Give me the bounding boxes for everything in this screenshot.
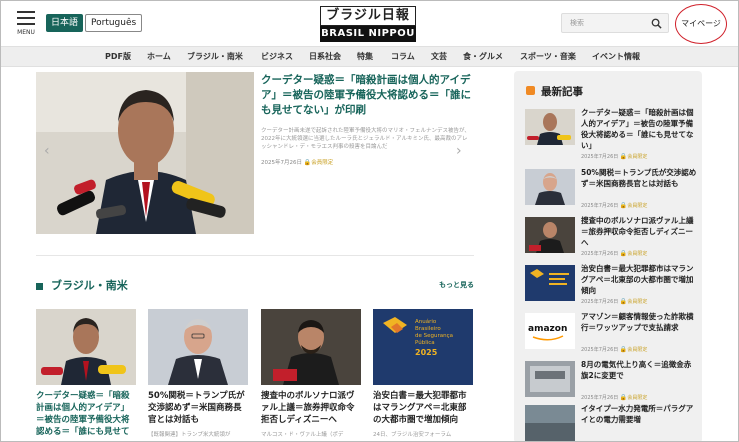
sidebar-title: 最新記事: [526, 84, 583, 99]
article-thumbnail: Anuário Brasileiro de Segurança Pública …: [373, 309, 473, 385]
article-title: 治安白書＝最大犯罪都市はマラングアペ＝北東部の大都市圏で増加傾向: [373, 391, 467, 425]
article-thumbnail: [261, 309, 361, 385]
article-thumbnail: [148, 309, 248, 385]
sidebar-article[interactable]: 捜査中のボルソナロ派ヴァル上議＝旅券押収命令拒否しディズニーへ 2025年7月2…: [525, 215, 697, 263]
sidebar-article-title: アマゾン＝顧客情報使った詐欺横行＝ワッツアップで支払請求: [581, 312, 694, 332]
article-card[interactable]: 捜査中のボルソナロ派ヴァル上議＝旅券押収命令拒否しディズニーへ マルコス・ド・ヴ…: [261, 309, 361, 438]
mypage-button[interactable]: マイページ: [675, 4, 727, 44]
article-card[interactable]: クーデター疑惑＝「暗殺計画は個人的アイデア」＝被告の陸軍予備役大将認める＝「誰に…: [36, 309, 136, 438]
article-thumbnail: [525, 109, 575, 145]
article-title: 捜査中のボルソナロ派ヴァル上議＝旅券押収命令拒否しディズニーへ: [261, 391, 355, 425]
language-japanese-button[interactable]: 日本語: [46, 14, 84, 32]
chevron-left-icon[interactable]: ‹: [44, 143, 50, 159]
hero-image[interactable]: [36, 72, 254, 234]
search-icon[interactable]: [651, 18, 662, 29]
article-thumbnail: [525, 265, 575, 301]
section-header: ブラジル・南米 もっと見る: [36, 277, 474, 293]
see-more-link[interactable]: もっと見る: [439, 280, 474, 290]
nav-item-feature[interactable]: 特集: [357, 51, 373, 62]
members-badge: 会員限定: [311, 160, 334, 166]
language-portuguese-button[interactable]: Português: [85, 14, 143, 32]
article-title: 50%関税＝トランプ氏が交渉認めず＝米国商務長官とは対話も: [148, 391, 245, 425]
nav-item-literature[interactable]: 文芸: [431, 51, 447, 62]
section-marker-icon: [36, 283, 43, 290]
sidebar-article[interactable]: amazon アマゾン＝顧客情報使った詐欺横行＝ワッツアップで支払請求 2025…: [525, 311, 697, 359]
divider: [36, 255, 474, 256]
site-header: MENU 日本語 Português ブラジル日報 BRASIL NIPPOU …: [1, 1, 738, 45]
nav-item-nikkei[interactable]: 日系社会: [309, 51, 341, 62]
article-thumbnail: amazon: [525, 313, 575, 349]
rss-icon: [526, 86, 535, 95]
article-thumbnail: [525, 169, 575, 205]
article-thumbnail: [36, 309, 136, 385]
sidebar-article-title: 50%関税＝トランプ氏が交渉認めず＝米国商務長官とは対話も: [581, 168, 697, 188]
sidebar-article[interactable]: クーデター疑惑＝「暗殺計画は個人的アイデア」＝被告の陸軍予備役大将認める＝「誰に…: [525, 107, 697, 160]
nav-item-home[interactable]: ホーム: [147, 51, 171, 62]
article-card[interactable]: Anuário Brasileiro de Segurança Pública …: [373, 309, 473, 438]
article-excerpt: 【既報関連】トランプ米大統領が: [148, 432, 231, 438]
main-nav: PDF版 ホーム ブラジル・南米 ビジネス 日系社会 特集 コラム 文芸 食・グ…: [1, 46, 738, 67]
menu-label: MENU: [17, 29, 35, 36]
sidebar-article-title: 治安白書＝最大犯罪都市はマラングアペ＝北東部の大都市圏で増加傾向: [581, 264, 694, 295]
page: MENU 日本語 Português ブラジル日報 BRASIL NIPPOU …: [0, 0, 739, 442]
sidebar-article-title: 捜査中のボルソナロ派ヴァル上議＝旅券押収命令拒否しディズニーへ: [581, 216, 694, 247]
nav-item-events[interactable]: イベント情報: [592, 51, 640, 62]
article-card[interactable]: 50%関税＝トランプ氏が交渉認めず＝米国商務長官とは対話も 【既報関連】トランプ…: [148, 309, 248, 438]
sidebar-article-title: 8月の電気代上り高く＝追徴金赤旗2に変更で: [581, 360, 692, 380]
sidebar-article-title: クーデター疑惑＝「暗殺計画は個人的アイデア」＝被告の陸軍予備役大将認める＝「誰に…: [581, 108, 694, 150]
nav-item-column[interactable]: コラム: [391, 51, 415, 62]
hero-meta: 2025年7月26日 🔒会員限定: [261, 158, 333, 166]
sidebar-article[interactable]: 治安白書＝最大犯罪都市はマラングアペ＝北東部の大都市圏で増加傾向 2025年7月…: [525, 263, 697, 311]
site-logo[interactable]: ブラジル日報 BRASIL NIPPOU: [320, 6, 416, 42]
nav-item-sports[interactable]: スポーツ・音楽: [520, 51, 576, 62]
article-thumbnail: [525, 405, 575, 441]
nav-item-pdf[interactable]: PDF版: [105, 51, 131, 62]
hamburger-icon: [17, 11, 35, 13]
hero-headline[interactable]: クーデター疑惑＝「暗殺計画は個人的アイデア」＝被告の陸軍予備役大将認める＝「誰に…: [261, 73, 471, 118]
latest-articles-sidebar: 最新記事 クーデター疑惑＝「暗殺計画は個人的アイデア」＝被告の陸軍予備役大将認め…: [514, 71, 702, 441]
menu-button[interactable]: MENU: [15, 11, 37, 36]
article-title: クーデター疑惑＝「暗殺計画は個人的アイデア」＝被告の陸軍予備役大将認める＝「誰に…: [36, 391, 130, 437]
hero-excerpt: クーデター計画未遂で起訴された陸軍予備役大将のマリオ・フェルナンデス被告が、20…: [261, 128, 470, 150]
nav-item-business[interactable]: ビジネス: [261, 51, 293, 62]
article-thumbnail: [525, 217, 575, 253]
nav-item-gourmet[interactable]: 食・グルメ: [463, 51, 503, 62]
article-excerpt: 24日、ブラジル治安フォーラム: [373, 432, 452, 438]
sidebar-article[interactable]: イタイプー水力発電所＝パラグアイとの電力需要増: [525, 403, 697, 441]
sidebar-article-title: イタイプー水力発電所＝パラグアイとの電力需要増: [581, 404, 694, 424]
sidebar-article[interactable]: 8月の電気代上り高く＝追徴金赤旗2に変更で 2025年7月26日 🔒会員限定: [525, 359, 697, 407]
article-thumbnail: [525, 361, 575, 397]
sidebar-article[interactable]: 50%関税＝トランプ氏が交渉認めず＝米国商務長官とは対話も 2025年7月26日…: [525, 167, 697, 215]
search-placeholder: 検索: [570, 19, 584, 27]
nav-item-brazil[interactable]: ブラジル・南米: [187, 51, 243, 62]
search-input[interactable]: 検索: [561, 13, 669, 33]
article-excerpt: マルコス・ド・ヴァル上議（ポデ: [261, 432, 344, 438]
hero-date: 2025年7月26日: [261, 160, 302, 166]
section-title: ブラジル・南米: [51, 279, 128, 292]
